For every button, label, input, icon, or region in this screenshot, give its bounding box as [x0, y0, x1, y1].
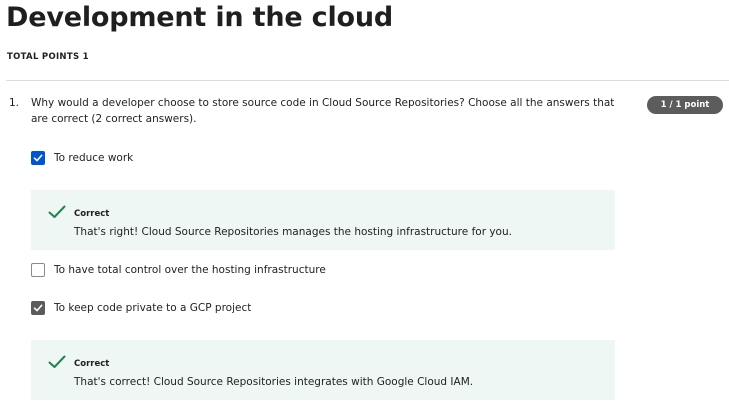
feedback-title: Correct: [74, 209, 110, 219]
option-label: To reduce work: [54, 152, 134, 164]
check-icon: [33, 154, 43, 162]
option-label: To have total control over the hosting i…: [54, 264, 326, 276]
option-label: To keep code private to a GCP project: [54, 302, 252, 314]
checkbox-checked[interactable]: [31, 151, 45, 165]
checkmark-icon: [48, 205, 66, 218]
checkbox-unchecked[interactable]: [31, 263, 45, 277]
feedback-text: That's correct! Cloud Source Repositorie…: [74, 376, 474, 388]
feedback-correct: Correct That's right! Cloud Source Repos…: [31, 190, 615, 250]
checkmark-icon: [48, 355, 66, 368]
points-badge: 1 / 1 point: [647, 96, 723, 114]
feedback-title: Correct: [74, 359, 110, 369]
total-points-label: TOTAL POINTS 1: [7, 52, 89, 62]
page-title: Development in the cloud: [6, 2, 394, 33]
check-icon: [33, 304, 43, 312]
feedback-text: That's right! Cloud Source Repositories …: [74, 226, 512, 238]
feedback-correct: Correct That's correct! Cloud Source Rep…: [31, 340, 615, 400]
question-number: 1.: [9, 97, 20, 109]
question-text: Why would a developer choose to store so…: [31, 97, 615, 125]
checkbox-checked[interactable]: [31, 301, 45, 315]
divider: [6, 80, 729, 81]
